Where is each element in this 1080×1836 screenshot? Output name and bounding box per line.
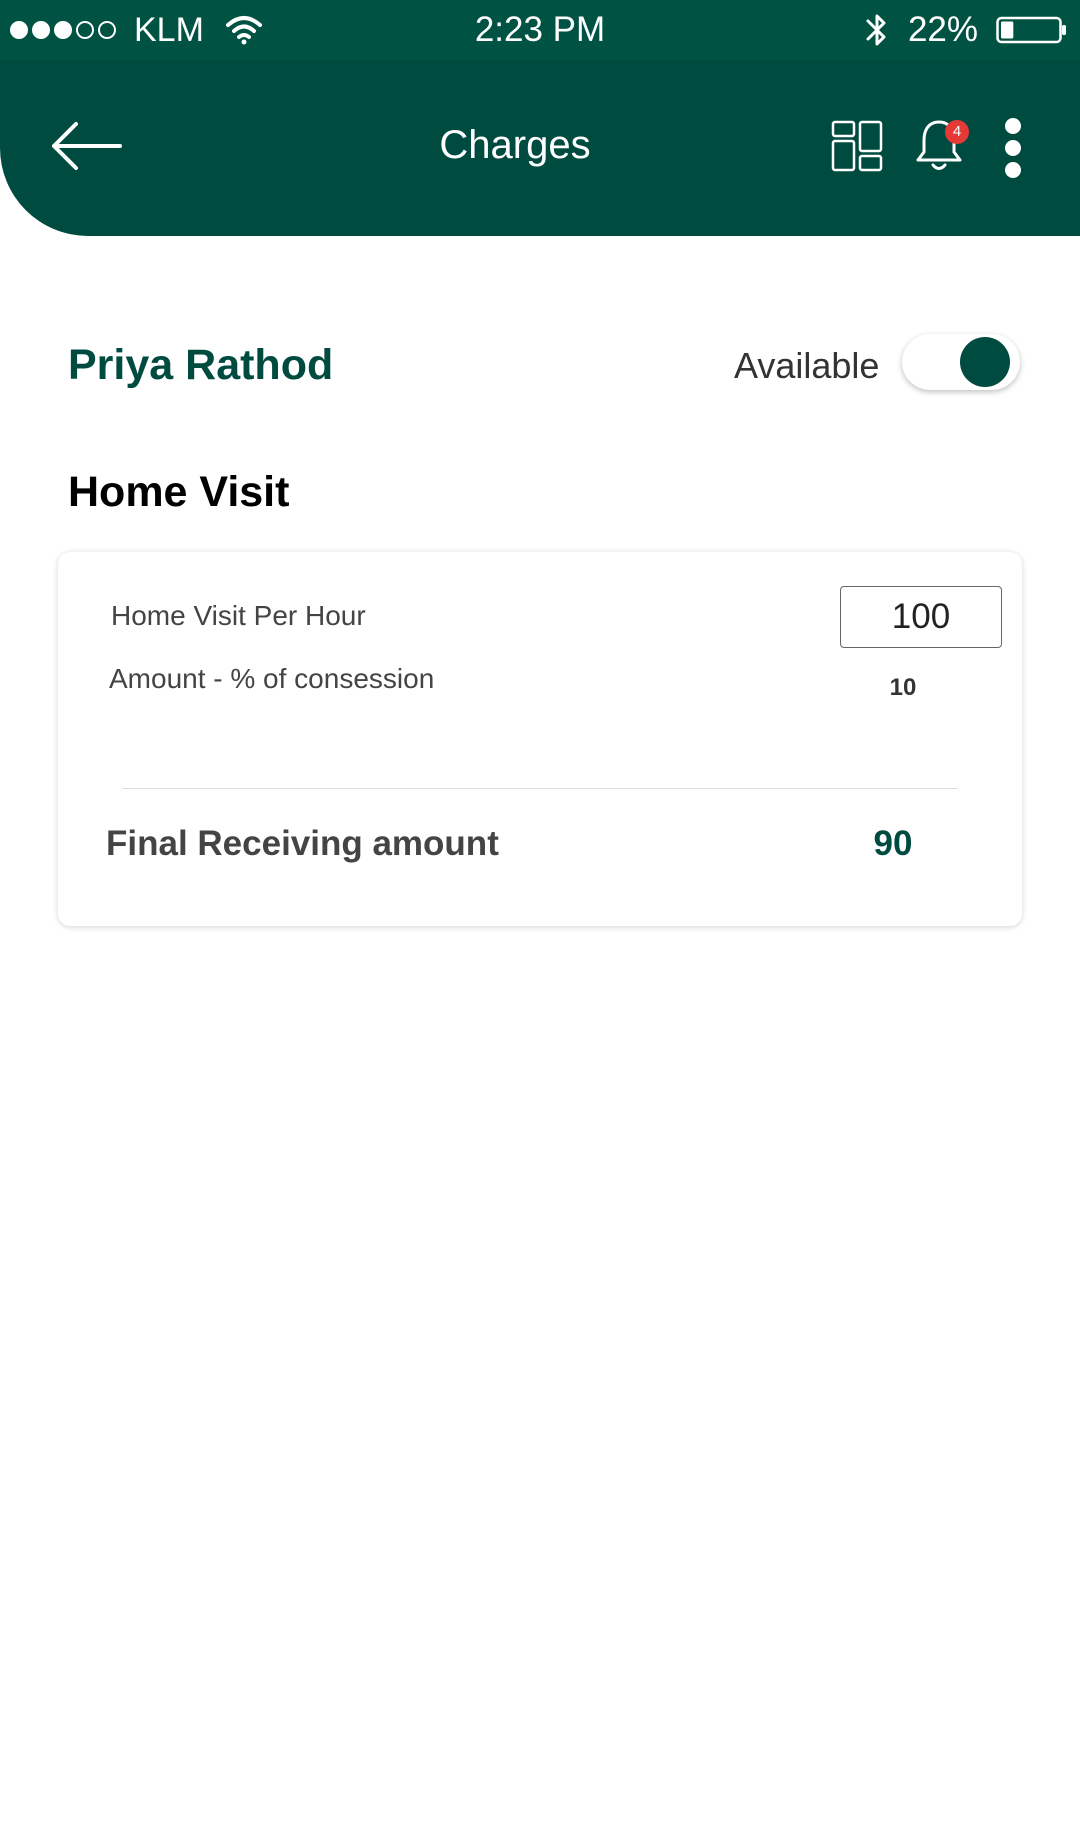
- notifications-button[interactable]: 4: [914, 116, 970, 176]
- battery-icon: [996, 16, 1066, 44]
- battery-percent: 22%: [907, 10, 978, 49]
- app-header: Charges 4: [0, 60, 1080, 236]
- status-bar: KLM 2:23 PM 22%: [0, 0, 1080, 60]
- toggle-knob: [960, 337, 1010, 387]
- rate-label: Home Visit Per Hour: [111, 600, 366, 631]
- status-right: 22%: [864, 0, 1068, 60]
- dashboard-button[interactable]: [831, 120, 883, 172]
- concession-label: Amount - % of consession: [109, 663, 435, 694]
- grid-icon: [831, 120, 883, 172]
- divider: [122, 788, 958, 789]
- final-amount-label: Final Receiving amount: [106, 824, 499, 863]
- availability-label: Available: [734, 345, 880, 386]
- section-title: Home Visit: [68, 468, 290, 516]
- rate-input[interactable]: [840, 586, 1002, 648]
- availability-toggle[interactable]: [902, 334, 1020, 390]
- charges-card: Home Visit Per Hour Amount - % of conses…: [58, 552, 1022, 926]
- bluetooth-icon: [866, 14, 886, 46]
- notification-count-badge: 4: [945, 120, 969, 144]
- final-amount-value: 90: [873, 824, 913, 863]
- more-vertical-icon: [1005, 118, 1021, 134]
- provider-name: Priya Rathod: [68, 341, 334, 389]
- concession-value: 10: [889, 674, 917, 701]
- more-options-button[interactable]: [998, 116, 1028, 180]
